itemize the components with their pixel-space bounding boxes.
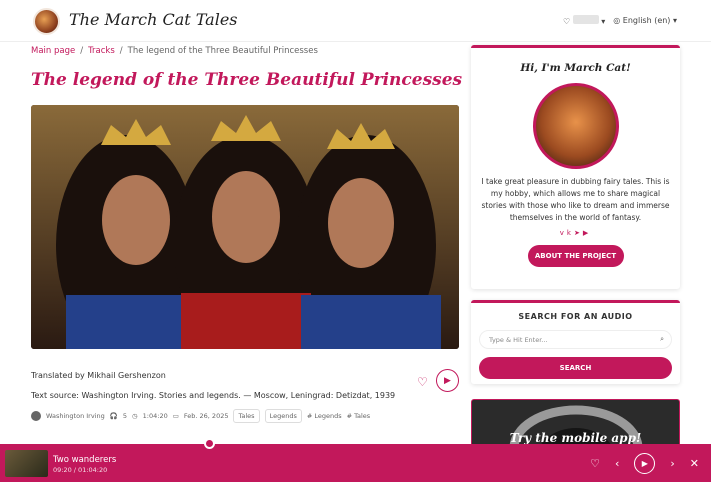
search-heading: SEARCH FOR AN AUDIO	[518, 312, 633, 321]
search-card: SEARCH FOR AN AUDIO Type & Hit Enter... ⌕…	[471, 300, 680, 384]
author-cat-avatar	[532, 83, 619, 169]
player-time: 09:20 / 01:04:20	[53, 466, 108, 474]
author-avatar	[31, 411, 41, 421]
play-button[interactable]: ▶	[436, 369, 459, 392]
about-card: Hi, I'm March Cat! I take great pleasure…	[471, 45, 680, 289]
search-icon: ⌕	[660, 335, 664, 343]
search-placeholder: Type & Hit Enter...	[489, 336, 548, 344]
globe-icon: ◎	[613, 16, 621, 25]
close-icon[interactable]: ✕	[690, 457, 699, 470]
user-menu[interactable]: ♡ ▾	[563, 15, 605, 26]
duration: 1:04:20	[142, 412, 168, 420]
breadcrumb-separator: /	[119, 46, 123, 56]
about-text: I take great pleasure in dubbing fairy t…	[481, 177, 670, 222]
calendar-icon: ▭	[172, 412, 179, 420]
headphones-icon: 🎧	[109, 412, 118, 420]
breadcrumb-separator: /	[80, 46, 84, 56]
heart-icon[interactable]: ♡	[590, 457, 600, 470]
player-controls: ♡ ‹ ▶ › ✕	[590, 453, 699, 474]
track-meta: Washington Irving 🎧 5 ◷ 1:04:20 ▭ Feb. 26, …	[31, 409, 370, 423]
author-name[interactable]: Washington Irving	[46, 412, 105, 420]
player-track-title: Two wanderers	[53, 455, 117, 465]
breadcrumb-current: The legend of the Three Beautiful Prince…	[127, 46, 318, 56]
heart-icon[interactable]: ♡	[417, 375, 428, 389]
play-icon: ▶	[444, 375, 451, 386]
player-thumbnail	[5, 450, 48, 477]
promo-text: Try the mobile app!	[509, 431, 642, 444]
hashtag[interactable]: # Tales	[347, 412, 371, 420]
player-play-button[interactable]: ▶	[634, 453, 656, 474]
progress-handle[interactable]	[204, 438, 215, 449]
translator: Translated by Mikhail Gershenzon	[31, 371, 166, 380]
category-tag[interactable]: Legends	[264, 409, 302, 423]
breadcrumb: Main page / Tracks / The legend of the Thr…	[31, 46, 318, 56]
username-blurred	[572, 15, 599, 24]
princesses-illustration	[31, 105, 459, 349]
about-project-button[interactable]: ABOUT THE PROJECT	[527, 245, 624, 267]
previous-icon[interactable]: ‹	[615, 457, 619, 470]
audio-player: Two wanderers 09:20 / 01:04:20 ♡ ‹ ▶ › ✕	[0, 444, 711, 482]
language-label: English (en)	[622, 16, 671, 25]
publish-date: Feb. 26, 2025	[183, 412, 229, 420]
next-icon[interactable]: ›	[670, 457, 674, 470]
breadcrumb-main[interactable]: Main page	[31, 46, 75, 56]
search-input[interactable]: Type & Hit Enter... ⌕	[479, 330, 672, 349]
youtube-icon[interactable]: ▶	[583, 229, 591, 237]
language-switcher[interactable]: ◎ English (en) ▾	[613, 16, 677, 25]
search-button[interactable]: SEARCH	[479, 357, 672, 379]
page-title: The legend of the Three Beautiful Prince…	[31, 70, 463, 90]
category-tag[interactable]: Tales	[233, 409, 260, 423]
user-icon: ♡	[562, 17, 571, 26]
vk-icon[interactable]: vk	[560, 229, 574, 237]
breadcrumb-tracks[interactable]: Tracks	[88, 46, 115, 56]
header-actions: ♡ ▾ ◎ English (en) ▾	[563, 15, 677, 26]
about-greeting: Hi, I'm March Cat!	[520, 62, 631, 74]
telegram-icon[interactable]: ➤	[574, 229, 583, 237]
site-logo[interactable]	[33, 8, 60, 35]
listen-count: 5	[122, 412, 127, 420]
clock-icon: ◷	[132, 412, 138, 420]
site-header: The March Cat Tales ♡ ▾ ◎ English (en) ▾	[0, 0, 711, 42]
play-icon: ▶	[641, 459, 648, 468]
mobile-app-promo[interactable]: Try the mobile app!	[471, 399, 680, 444]
hashtag[interactable]: # Legends	[307, 412, 342, 420]
site-title[interactable]: The March Cat Tales	[69, 10, 238, 29]
text-source: Text source: Washington Irving. Stories …	[31, 391, 396, 400]
social-links: vk➤▶	[471, 229, 680, 237]
cover-image	[31, 105, 459, 349]
